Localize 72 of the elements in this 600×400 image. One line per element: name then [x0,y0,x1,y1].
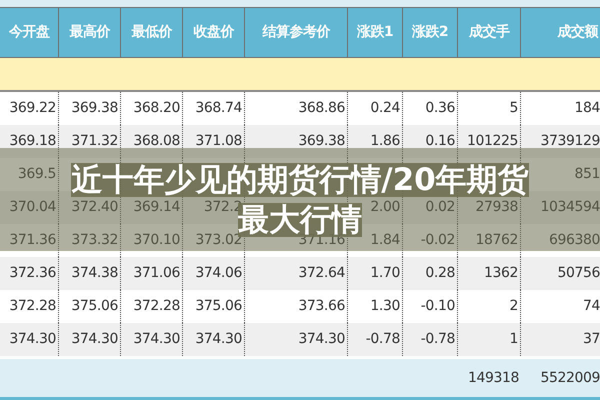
table-cell-text: 1 [509,330,518,349]
column-header: 涨跌2 [412,23,448,42]
table-cell-text: 370.10 [133,231,180,250]
column-header: 最低价 [131,23,172,42]
table-cell-text: 0.36 [425,99,455,118]
table-cell-text: 50756 [557,264,600,283]
column-header: 成交手 [468,22,510,42]
table-cell-text: 696380 [548,231,600,250]
table-cell-text: 372.40 [71,198,118,217]
table-cell-text: 369.38 [71,99,118,118]
column-header: 涨跌1 [356,23,394,42]
table-cell-text: 851 [574,165,600,184]
total-cell-text: 5522009 [540,368,600,388]
table-cell-text: 369.38 [298,132,345,151]
table-cell-text: 1362 [484,264,518,283]
table-cell-text: 1.84 [370,231,400,250]
table-cell-text: 374.06 [195,264,242,283]
table-cell-text: 0.28 [425,264,455,283]
table-cell-text: 374.38 [71,264,118,283]
table-cell-text: 375.06 [71,297,118,316]
table-cell-text: 374.30 [298,330,345,349]
table-cell-text: 374.30 [9,330,56,349]
table-cell-text: 2.00 [370,198,400,217]
table-cell-text: 368.08 [133,132,180,151]
table-cell-text: 369.18 [9,132,56,151]
table-cell-text: 18762 [475,231,518,250]
table-cell-text: 368.20 [133,99,180,118]
table-cell-text: 37 [582,330,600,349]
table-cell-text: 0.24 [370,99,400,118]
table-cell-text: 1.30 [370,297,400,316]
table-cell-text: 371.06 [133,264,180,283]
table-cell-text: 1034594 [540,198,600,217]
table-cell-text: -0.10 [420,297,455,316]
table-cell-text: 374.30 [133,330,180,349]
table-cell-text: 1.70 [370,264,400,283]
table-cell-text: 369.5 [18,165,56,184]
table-cell-text: 371.36 [9,231,56,250]
table-cell-text: 0.16 [425,132,455,151]
table-cell-text: -0.78 [420,330,455,349]
table-cell-text: 27938 [475,198,518,217]
total-cell-text: 149318 [468,368,519,388]
table-cell-text: -0.02 [420,231,455,250]
column-header: 收盘价 [193,23,234,42]
column-header: 成交额 [558,22,598,42]
table-cell-text: 369.22 [9,99,56,118]
table-cell-text: 101225 [466,132,518,151]
table-cell-text: 369.14 [133,198,180,217]
table-cell-text: 372.28 [133,297,180,316]
table-cell-text: 368.74 [195,99,242,118]
column-header: 今开盘 [8,23,50,42]
column-header: 结算参考价 [262,23,330,42]
table-cell-text: 371.08 [195,132,242,151]
table-cell-text: 184 [574,99,600,118]
table-cell-text: 2 [509,297,518,316]
table-cell-text: 372.64 [298,264,345,283]
table-cell-text: 372.28 [9,297,56,316]
table-cell-text: 0.02 [425,198,455,217]
table-cell-text: -0.78 [366,330,400,349]
table-cell-text: 1.86 [370,132,400,151]
table-cell-text: 373.32 [71,231,118,250]
table-cell-text: 3739129 [540,132,600,151]
table-cell-text: 5 [509,99,518,118]
table-cell-text: 374.30 [195,330,242,349]
table-cell-text: 375.06 [195,297,242,316]
table-cell-text: 74 [582,297,600,316]
table-cell-text: 370.04 [9,198,56,217]
table-cell-text: 373.66 [298,297,345,316]
table-cell-text: 372.36 [9,264,56,283]
table-cell-text: 368.86 [298,99,345,118]
table-cell-text: 371.32 [71,132,118,151]
column-header: 最高价 [69,22,110,42]
table-cell-text: 374.30 [71,330,118,349]
